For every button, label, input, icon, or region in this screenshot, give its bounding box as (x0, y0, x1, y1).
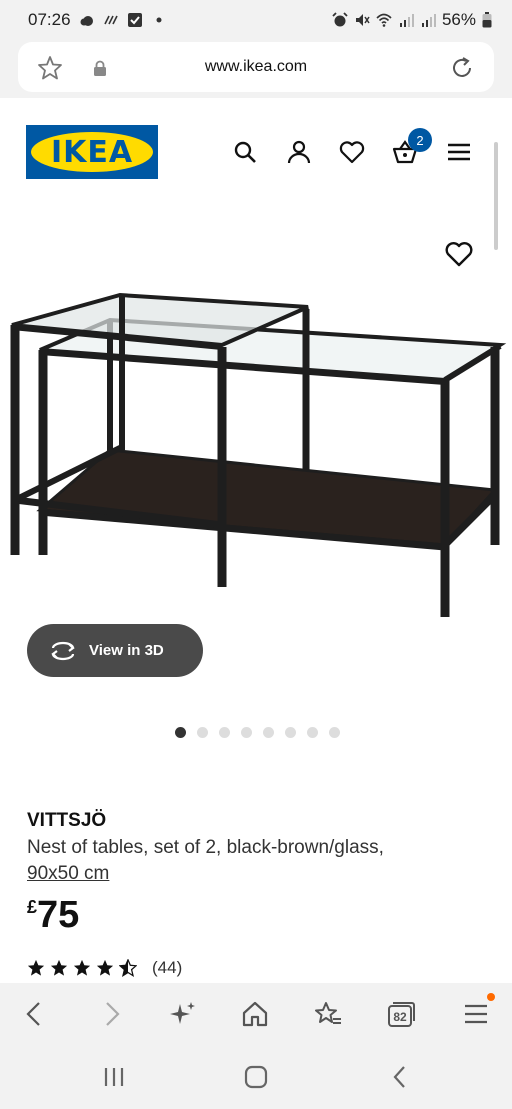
price-currency: £ (27, 897, 38, 917)
logo-oval: IKEA (31, 132, 153, 172)
home-icon[interactable] (240, 999, 270, 1029)
system-navigation-bar (0, 1045, 512, 1109)
star-filled-icon (73, 959, 91, 976)
product-image[interactable] (0, 225, 512, 645)
product-description: Nest of tables, set of 2, black-brown/gl… (27, 835, 487, 887)
star-filled-icon (27, 959, 45, 976)
address-bar[interactable]: www.ikea.com (18, 42, 494, 92)
product-name: VITTSJÖ (27, 810, 107, 831)
battery-percent: 56% (441, 10, 476, 29)
view-in-3d-label: View in 3D (89, 642, 164, 659)
heart-icon[interactable] (338, 138, 366, 166)
recent-apps-icon[interactable] (100, 1063, 128, 1091)
bookmarks-icon[interactable] (313, 999, 343, 1029)
carousel-dot[interactable] (197, 727, 208, 738)
back-icon[interactable] (20, 999, 50, 1029)
url-text[interactable]: www.ikea.com (18, 58, 494, 76)
price-amount: 75 (37, 894, 80, 936)
menu-icon[interactable] (461, 999, 491, 1029)
search-icon[interactable] (231, 138, 259, 166)
cart-count-badge: 2 (408, 128, 432, 152)
status-bar: 07:26 56% (0, 0, 512, 40)
carousel-dot[interactable] (329, 727, 340, 738)
menu-notification-dot (487, 993, 495, 1001)
system-back-icon[interactable] (386, 1063, 414, 1091)
product-rating[interactable]: (44) (27, 958, 182, 978)
logo-text: IKEA (50, 134, 134, 170)
tab-count: 82 (393, 1010, 407, 1024)
add-to-favourites-heart-icon[interactable] (444, 240, 474, 268)
account-icon[interactable] (285, 138, 313, 166)
image-carousel-dots (175, 727, 340, 738)
reload-icon[interactable] (448, 54, 476, 82)
more-notifications-dot-icon (156, 17, 162, 23)
alarm-icon (332, 12, 348, 27)
weather-icon (80, 16, 93, 26)
ikea-logo[interactable]: IKEA (26, 125, 158, 179)
signal-icon (399, 14, 414, 27)
browser-bottom-bar: 82 (0, 983, 512, 1045)
hamburger-icon[interactable] (445, 138, 473, 166)
star-filled-icon (50, 959, 68, 976)
product-price: £ 75 (27, 893, 79, 937)
view-in-3d-button[interactable]: View in 3D (27, 624, 203, 677)
checkbox-notification-icon (127, 13, 142, 27)
status-time: 07:26 (28, 10, 71, 29)
star-filled-icon (96, 959, 114, 976)
signal-noise-icon (103, 15, 118, 25)
carousel-dot[interactable] (175, 727, 186, 738)
wifi-icon (376, 13, 392, 27)
forward-icon[interactable] (96, 999, 126, 1029)
sparkle-icon[interactable] (168, 999, 198, 1029)
carousel-dot[interactable] (219, 727, 230, 738)
star-half-icon (119, 959, 137, 977)
review-count[interactable]: (44) (152, 958, 182, 978)
carousel-dot[interactable] (285, 727, 296, 738)
mute-icon (355, 14, 370, 26)
rotate-3d-icon (51, 641, 75, 660)
carousel-dot[interactable] (241, 727, 252, 738)
tabs-button[interactable]: 82 (386, 1000, 416, 1028)
site-header: IKEA (0, 98, 512, 208)
battery-icon (482, 12, 492, 28)
product-description-text: Nest of tables, set of 2, black-brown/gl… (27, 837, 384, 858)
carousel-dot[interactable] (307, 727, 318, 738)
carousel-dot[interactable] (263, 727, 274, 738)
browser-toolbar: www.ikea.com (0, 40, 512, 98)
home-button-icon[interactable] (242, 1063, 270, 1091)
product-size-link[interactable]: 90x50 cm (27, 863, 109, 884)
signal-2-icon (421, 14, 436, 27)
